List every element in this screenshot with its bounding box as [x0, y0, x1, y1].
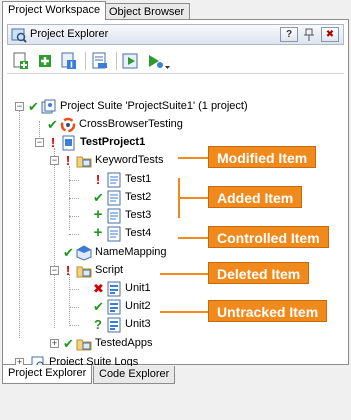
- callout-deleted: Deleted Item: [208, 262, 310, 284]
- project-icon: [62, 135, 75, 151]
- project-suite-icon: [41, 99, 56, 114]
- keyword-test-icon: [107, 226, 121, 242]
- folder-icon: [76, 339, 92, 351]
- tab-project-workspace[interactable]: Project Workspace: [2, 1, 107, 20]
- collapse-toggle[interactable]: −: [50, 266, 59, 275]
- tree-item-label: CrossBrowserTesting: [79, 118, 183, 130]
- tree-item-label: Project Suite 'ProjectSuite1' (1 project…: [60, 100, 248, 112]
- tree-item-unit2[interactable]: ✔ Unit2: [9, 298, 209, 316]
- tree-item-unit1[interactable]: ✖ Unit1: [9, 280, 209, 298]
- callout-added: Added Item: [208, 186, 303, 208]
- checked-status-icon: ✔: [63, 336, 74, 351]
- tree-item-label: NameMapping: [95, 246, 167, 258]
- tree-item-label: Test1: [125, 173, 152, 185]
- expand-toggle[interactable]: +: [50, 339, 59, 348]
- checked-status-icon: ✔: [28, 99, 39, 114]
- keyword-test-icon: [107, 190, 121, 206]
- tree-item-label: Script: [95, 264, 124, 276]
- callout-pointer: [178, 237, 208, 239]
- remove-icon[interactable]: [90, 51, 110, 71]
- callout-pointer: [160, 273, 208, 275]
- tree-item-namemapping[interactable]: ✔ NameMapping: [9, 244, 209, 262]
- tab-project-explorer[interactable]: Project Explorer: [2, 365, 93, 384]
- add-existing-icon[interactable]: [59, 51, 79, 71]
- add-item-icon[interactable]: [11, 51, 31, 71]
- tab-code-explorer[interactable]: Code Explorer: [93, 366, 176, 384]
- deleted-status-icon: ✖: [93, 281, 104, 296]
- toolbar: [7, 48, 344, 74]
- callout-modified: Modified Item: [208, 146, 317, 168]
- callout-pointer: [178, 197, 208, 199]
- tree-item-unit3[interactable]: ? Unit3: [9, 316, 209, 334]
- tree-item-project-suite[interactable]: − ✔ Project Suite 'ProjectSuite1' (1 pro…: [9, 98, 339, 116]
- keyword-test-icon: [107, 172, 121, 188]
- added-status-icon: +: [93, 224, 103, 241]
- modified-status-icon: !: [65, 263, 71, 278]
- tree-item-label: Test2: [125, 191, 152, 203]
- modified-status-icon: !: [95, 172, 101, 187]
- tree-item-label: TestedApps: [95, 337, 153, 349]
- script-unit-icon: [107, 299, 121, 315]
- callout-pointer: [178, 157, 208, 159]
- help-button[interactable]: ?: [280, 27, 298, 42]
- keyword-test-icon: [107, 208, 121, 224]
- tree-item-crossbrowsertesting[interactable]: ✔ CrossBrowserTesting: [9, 116, 339, 134]
- tree-item-label: Test3: [125, 209, 152, 221]
- pin-icon[interactable]: [302, 28, 316, 42]
- tree-item-script[interactable]: − ! Script: [9, 262, 209, 280]
- script-unit-icon: [107, 317, 121, 333]
- run-dropdown-icon[interactable]: [145, 51, 171, 71]
- checked-status-icon: ✔: [93, 299, 104, 314]
- close-button[interactable]: ✖: [321, 27, 339, 42]
- untracked-status-icon: ?: [94, 317, 102, 332]
- callout-untracked: Untracked Item: [208, 300, 328, 322]
- modified-status-icon: !: [65, 153, 71, 168]
- run-icon[interactable]: [121, 51, 141, 71]
- checked-status-icon: ✔: [63, 245, 74, 260]
- panel-header: Project Explorer ? ✖: [7, 24, 344, 45]
- tree-item-label: KeywordTests: [95, 154, 164, 166]
- script-unit-icon: [107, 281, 121, 297]
- added-status-icon: +: [93, 206, 103, 223]
- folder-icon: [76, 156, 92, 168]
- collapse-toggle[interactable]: −: [35, 138, 44, 147]
- tree-item-label: Unit1: [125, 282, 151, 294]
- callout-pointer: [160, 311, 208, 313]
- modified-status-icon: !: [50, 135, 56, 150]
- tree-item-label: Unit2: [125, 300, 151, 312]
- crossbrowser-icon: [60, 117, 76, 133]
- panel-title: Project Explorer: [30, 28, 109, 40]
- tree-item-label: Unit3: [125, 318, 151, 330]
- collapse-toggle[interactable]: −: [50, 156, 59, 165]
- folder-icon: [76, 266, 92, 278]
- tab-object-browser[interactable]: Object Browser: [103, 3, 191, 20]
- add-new-icon[interactable]: [35, 51, 55, 71]
- checked-status-icon: ✔: [93, 190, 104, 205]
- collapse-toggle[interactable]: −: [15, 102, 24, 111]
- callout-controlled: Controlled Item: [208, 226, 329, 248]
- project-explorer-icon: [11, 28, 27, 43]
- checked-status-icon: ✔: [47, 117, 58, 132]
- tree-item-test4[interactable]: + Test4: [9, 225, 209, 243]
- tree-item-label: TestProject1: [80, 136, 146, 148]
- tree-item-label: Test4: [125, 227, 152, 239]
- tree-item-testedapps[interactable]: + ✔ TestedApps: [9, 335, 209, 353]
- namemapping-icon: [76, 245, 92, 261]
